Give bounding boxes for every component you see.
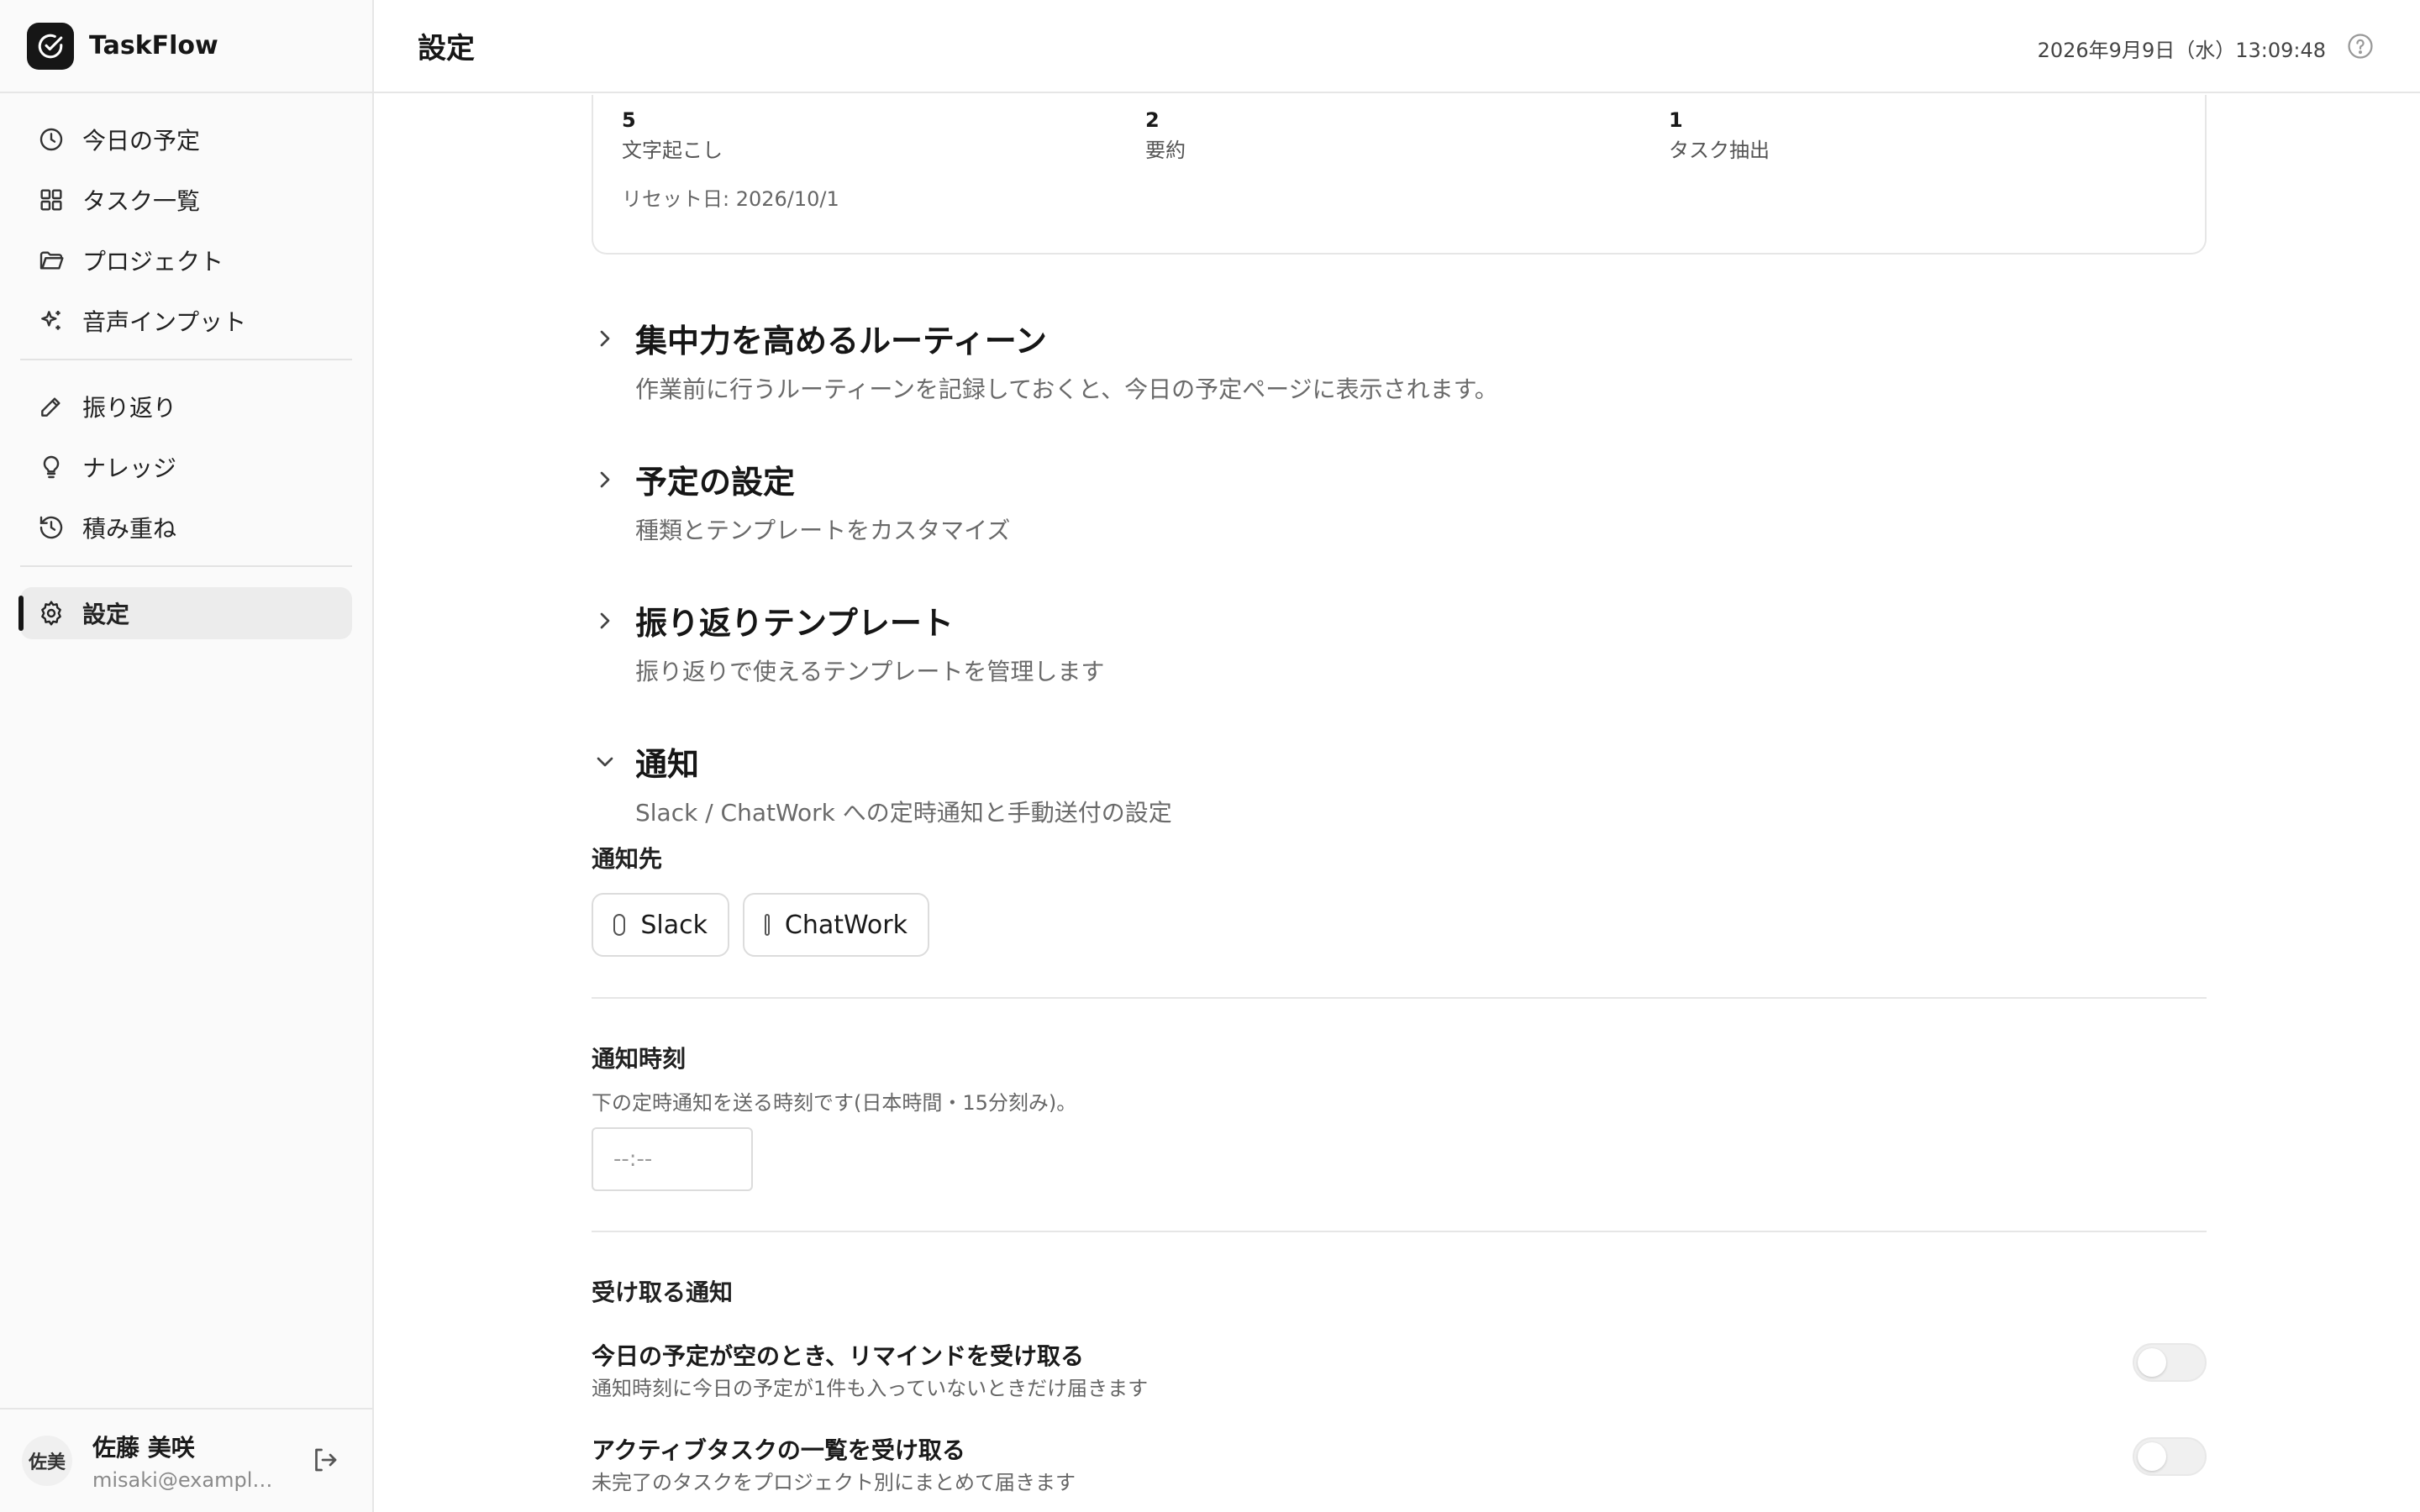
toggle-knob	[2138, 1348, 2166, 1377]
section-header[interactable]: 振り返りテンプレート	[592, 597, 2207, 643]
radio-icon	[613, 914, 626, 936]
sidebar-item-label: 振り返り	[82, 394, 177, 422]
chevron-right-icon	[592, 607, 618, 634]
toggle-row-active-tasks-list: アクティブタスクの一覧を受け取る 未完了のタスクをプロジェクト別にまとめて届きま…	[592, 1432, 2207, 1499]
toggle-title: アクティブタスクの一覧を受け取る	[592, 1436, 965, 1464]
destination-option-chatwork[interactable]: ChatWork	[743, 893, 929, 957]
usage-label: 要約	[1145, 139, 1186, 162]
lightbulb-icon	[37, 453, 66, 481]
user-info: 佐藤 美咲 misaki@example.com	[92, 1430, 294, 1492]
sidebar: TaskFlow 今日の予定 タスク一覧 プロジェクト 音声インプット 振り返り…	[0, 0, 374, 1512]
clock-icon	[37, 125, 66, 154]
option-label: Slack	[640, 910, 708, 940]
usage-item-summary: 2 要約	[1145, 108, 1186, 163]
usage-item-transcription: 5 文字起こし	[622, 108, 723, 163]
usage-count: 1	[1669, 108, 1683, 132]
section-description: Slack / ChatWork への定時通知と手動送付の設定	[635, 799, 1172, 827]
page-title: 設定	[418, 32, 475, 66]
receive-notifications-label: 受け取る通知	[592, 1278, 734, 1306]
sidebar-item-label: プロジェクト	[82, 248, 224, 276]
usage-count: 2	[1145, 108, 1160, 132]
sidebar-item-knowledge[interactable]: ナレッジ	[20, 441, 352, 493]
gear-icon	[37, 599, 66, 627]
section-title: 振り返りテンプレート	[635, 605, 954, 642]
toggle-description: 未完了のタスクをプロジェクト別にまとめて届きます	[592, 1471, 1076, 1494]
notify-time-help: 下の定時通知を送る時刻です(日本時間・15分刻み)。	[592, 1091, 1077, 1115]
sidebar-nav: 今日の予定 タスク一覧 プロジェクト 音声インプット 振り返り ナレッジ 積み重…	[0, 93, 372, 639]
sidebar-item-reflection[interactable]: 振り返り	[20, 381, 352, 433]
chevron-right-icon	[592, 466, 618, 493]
sidebar-item-label: ナレッジ	[82, 454, 177, 482]
usage-count: 5	[622, 108, 636, 132]
toggle-knob	[2138, 1442, 2166, 1471]
sidebar-item-settings[interactable]: 設定	[18, 587, 352, 639]
reset-date: リセット日: 2026/10/1	[622, 187, 839, 211]
sidebar-item-today[interactable]: 今日の予定	[20, 113, 352, 165]
section-header[interactable]: 通知	[592, 738, 2207, 785]
sidebar-item-accumulation[interactable]: 積み重ね	[20, 501, 352, 554]
section-description: 作業前に行うルーティーンを記録しておくと、今日の予定ページに表示されます。	[635, 375, 1498, 403]
pencil-icon	[37, 392, 66, 421]
divider	[592, 997, 2207, 999]
section-title: 集中力を高めるルーティーン	[635, 323, 1047, 360]
usage-label: 文字起こし	[622, 139, 723, 162]
brand[interactable]: TaskFlow	[0, 0, 372, 93]
section-header[interactable]: 予定の設定	[592, 456, 2207, 502]
active-tasks-list-toggle[interactable]	[2133, 1437, 2207, 1476]
chevron-down-icon	[592, 748, 618, 775]
help-icon[interactable]	[2346, 32, 2376, 62]
notify-time-label: 通知時刻	[592, 1045, 687, 1073]
section-notifications: 通知 Slack / ChatWork への定時通知と手動送付の設定	[592, 738, 2207, 828]
usage-item-task-extraction: 1 タスク抽出	[1669, 108, 1770, 163]
toggle-description: 通知時刻に今日の予定が1件も入っていないときだけ届きます	[592, 1377, 1149, 1400]
folder-icon	[37, 246, 66, 275]
sidebar-item-tasks[interactable]: タスク一覧	[20, 174, 352, 226]
logout-icon[interactable]	[310, 1445, 344, 1478]
section-schedule-settings: 予定の設定 種類とテンプレートをカスタマイズ	[592, 456, 2207, 546]
sidebar-item-label: タスク一覧	[82, 187, 201, 215]
history-icon	[37, 513, 66, 542]
sparkle-icon	[37, 307, 66, 335]
notify-time-input[interactable]: --:--	[592, 1127, 753, 1191]
section-reflection-template: 振り返りテンプレート 振り返りで使えるテンプレートを管理します	[592, 597, 2207, 687]
section-description: 振り返りで使えるテンプレートを管理します	[635, 658, 1105, 685]
section-routine: 集中力を高めるルーティーン 作業前に行うルーティーンを記録しておくと、今日の予定…	[592, 315, 2207, 405]
sidebar-item-voice-input[interactable]: 音声インプット	[20, 295, 352, 347]
chevron-right-icon	[592, 325, 618, 352]
toggle-row-empty-schedule-reminder: 今日の予定が空のとき、リマインドを受け取る 通知時刻に今日の予定が1件も入ってい…	[592, 1338, 2207, 1405]
radio-icon	[765, 914, 770, 936]
section-title: 予定の設定	[635, 464, 796, 501]
user-profile: 佐美 佐藤 美咲 misaki@example.com	[0, 1408, 372, 1512]
divider	[20, 359, 352, 360]
settings-main: 5 文字起こし 2 要約 1 タスク抽出 リセット日: 2026/10/1 集中…	[374, 95, 2420, 1512]
usage-label: タスク抽出	[1669, 139, 1770, 162]
section-description: 種類とテンプレートをカスタマイズ	[635, 517, 1011, 544]
section-header[interactable]: 集中力を高めるルーティーン	[592, 315, 2207, 361]
divider	[20, 565, 352, 567]
app-name: TaskFlow	[89, 31, 218, 60]
sidebar-item-label: 積み重ね	[82, 515, 177, 543]
usage-card: 5 文字起こし 2 要約 1 タスク抽出 リセット日: 2026/10/1	[592, 95, 2207, 255]
notify-destination-label: 通知先	[592, 845, 663, 873]
sidebar-item-label: 音声インプット	[82, 308, 247, 336]
divider	[592, 1231, 2207, 1232]
sidebar-item-label: 設定	[82, 601, 130, 628]
sidebar-item-label: 今日の予定	[82, 127, 201, 155]
app-logo-icon	[27, 22, 74, 70]
user-name: 佐藤 美咲	[92, 1434, 195, 1462]
avatar[interactable]: 佐美	[22, 1436, 72, 1486]
option-label: ChatWork	[784, 910, 908, 940]
user-email: misaki@example.com	[92, 1468, 284, 1492]
top-header: 設定 2026年9月9日（水）13:09:48	[374, 0, 2420, 93]
destination-option-slack[interactable]: Slack	[592, 893, 729, 957]
grid-icon	[37, 186, 66, 214]
empty-schedule-reminder-toggle[interactable]	[2133, 1343, 2207, 1382]
sidebar-item-projects[interactable]: プロジェクト	[20, 234, 352, 286]
section-title: 通知	[635, 746, 700, 783]
toggle-title: 今日の予定が空のとき、リマインドを受け取る	[592, 1342, 1085, 1370]
current-datetime: 2026年9月9日（水）13:09:48	[2037, 39, 2326, 62]
